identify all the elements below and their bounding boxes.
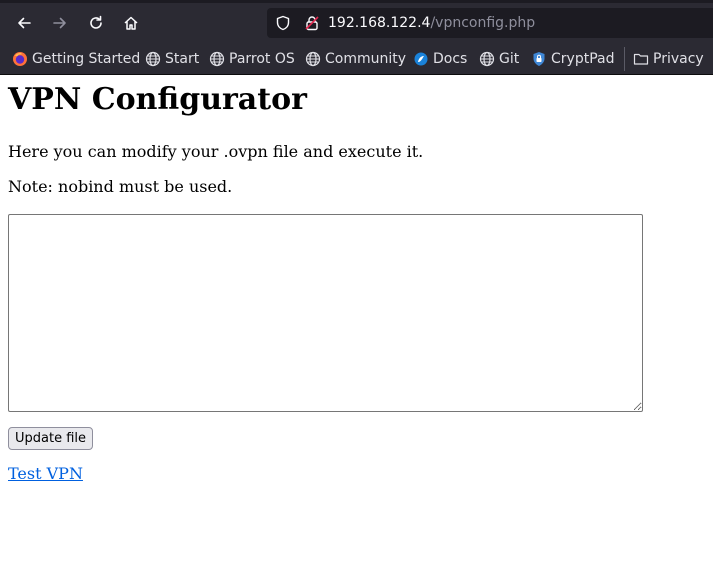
home-icon [124,16,138,30]
bookmark-label: Getting Started [32,51,141,67]
test-vpn-link[interactable]: Test VPN [8,464,83,483]
reload-icon [90,15,102,29]
bookmark-label: Start [165,51,200,67]
globe-icon [209,51,225,67]
bookmark-label: Community [325,51,407,67]
folder-icon [633,51,649,67]
cryptpad-icon [531,51,547,67]
bookmarks-toolbar: Getting Started Start Parrot OS Communit… [0,43,713,74]
globe-icon [305,51,321,67]
firefox-icon [12,51,28,67]
bookmark-cryptpad[interactable]: CryptPad [531,48,614,70]
forward-button[interactable] [47,10,73,36]
bookmark-label: Privacy [653,51,704,67]
bookmark-label: Docs [433,51,468,67]
update-file-button[interactable]: Update file [8,427,94,450]
insecure-lock-icon[interactable] [304,15,320,31]
docs-icon [413,51,429,67]
bookmark-label: Git [499,51,520,67]
bookmark-git[interactable]: Git [479,48,519,70]
bookmark-start[interactable]: Start [145,48,199,70]
description-text: Here you can modify your .ovpn file and … [8,142,424,161]
reload-button[interactable] [83,10,109,36]
url-host: 192.168.122.4 [328,15,431,31]
browser-chrome: 192.168.122.4/vpnconfig.php Getting Star… [0,0,713,75]
shield-icon[interactable] [275,15,291,31]
url-text[interactable]: 192.168.122.4/vpnconfig.php [328,15,535,31]
bookmark-getting-started[interactable]: Getting Started [12,48,140,70]
bookmark-parrot-os[interactable]: Parrot OS [209,48,295,70]
bookmark-separator [624,47,625,71]
forward-arrow-icon [53,17,66,29]
bookmark-label: CryptPad [551,51,615,67]
navigation-toolbar: 192.168.122.4/vpnconfig.php [0,3,713,43]
page-title: VPN Configurator [8,82,307,117]
bookmark-folder-privacy[interactable]: Privacy [633,48,704,70]
globe-icon [145,51,161,67]
url-bar[interactable]: 192.168.122.4/vpnconfig.php [267,8,713,38]
ovpn-config-textarea[interactable] [8,214,643,412]
globe-icon [479,51,495,67]
back-arrow-icon [18,17,31,29]
bookmark-label: Parrot OS [229,51,295,67]
home-button[interactable] [118,10,144,36]
chrome-divider [0,74,713,75]
bookmark-community[interactable]: Community [305,48,406,70]
bookmark-docs[interactable]: Docs [413,48,467,70]
url-path: /vpnconfig.php [430,15,536,31]
back-button[interactable] [11,10,37,36]
note-text: Note: nobind must be used. [8,177,233,196]
